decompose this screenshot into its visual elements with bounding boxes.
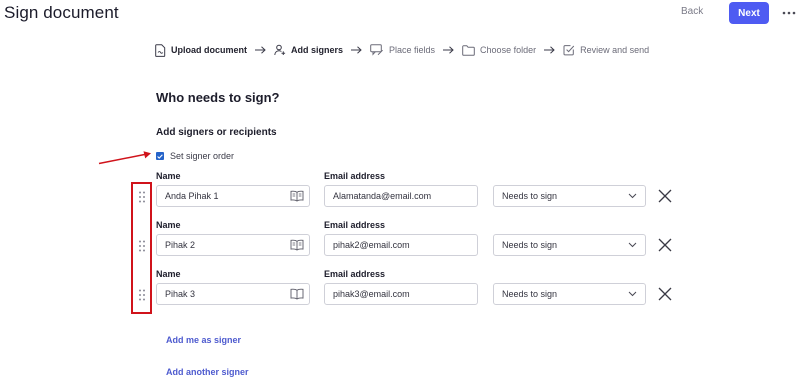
- drag-handle-icon[interactable]: [138, 239, 146, 252]
- step-choose-folder[interactable]: Choose folder: [462, 44, 537, 56]
- email-value: Alamatanda@email.com: [333, 191, 432, 201]
- email-label: Email address: [324, 171, 386, 181]
- remove-signer-icon[interactable]: [658, 287, 672, 301]
- address-book-icon[interactable]: [290, 239, 304, 251]
- email-value: pihak3@email.com: [333, 289, 410, 299]
- remove-signer-icon[interactable]: [658, 238, 672, 252]
- remove-signer-icon[interactable]: [658, 189, 672, 203]
- step-arrow-icon: [351, 46, 362, 54]
- step-arrow-icon: [443, 46, 454, 54]
- signer-order-label: Set signer order: [170, 151, 235, 161]
- top-bar: Sign document Back Next: [0, 0, 800, 30]
- step-label: Place fields: [389, 45, 436, 55]
- step-upload-document[interactable]: Upload document: [155, 43, 247, 57]
- name-value: Pihak 2: [165, 240, 196, 250]
- chat-pen-icon: [370, 44, 383, 56]
- name-value: Pihak 3: [165, 289, 196, 299]
- progress-stepper: Upload document Add signers Place fields…: [155, 41, 649, 59]
- annotation-arrow-icon: [98, 151, 151, 165]
- email-value: pihak2@email.com: [333, 240, 410, 250]
- step-label: Upload document: [171, 45, 247, 55]
- step-review-and-send[interactable]: Review and send: [563, 44, 649, 56]
- add-me-as-signer-button[interactable]: Add me as signer: [166, 335, 241, 345]
- signer-row: Name Email address Pihak 2 pihak2@email.…: [0, 219, 800, 267]
- folder-icon: [462, 44, 475, 56]
- role-dropdown[interactable]: Needs to sign: [493, 185, 646, 207]
- back-button[interactable]: Back: [681, 6, 703, 17]
- name-value: Anda Pihak 1: [165, 191, 219, 201]
- step-label: Add signers: [291, 45, 344, 55]
- email-field[interactable]: pihak3@email.com: [324, 283, 478, 305]
- document-icon: [155, 43, 166, 57]
- role-dropdown[interactable]: Needs to sign: [493, 234, 646, 256]
- chevron-down-icon: [628, 291, 637, 297]
- name-label: Name: [156, 220, 181, 230]
- address-book-icon[interactable]: [290, 288, 304, 300]
- check-square-icon: [563, 45, 575, 56]
- role-value: Needs to sign: [502, 240, 558, 250]
- name-label: Name: [156, 269, 181, 279]
- step-place-fields[interactable]: Place fields: [370, 44, 435, 56]
- drag-handle-icon[interactable]: [138, 288, 146, 301]
- name-field[interactable]: Anda Pihak 1: [156, 185, 310, 207]
- email-field[interactable]: Alamatanda@email.com: [324, 185, 478, 207]
- role-dropdown[interactable]: Needs to sign: [493, 283, 646, 305]
- name-field[interactable]: Pihak 3: [156, 283, 310, 305]
- address-book-icon[interactable]: [290, 190, 304, 202]
- page-title: Sign document: [4, 3, 119, 22]
- checkmark-icon: [157, 153, 163, 159]
- step-arrow-icon: [255, 46, 266, 54]
- chevron-down-icon: [628, 242, 637, 248]
- email-label: Email address: [324, 269, 386, 279]
- step-add-signers[interactable]: Add signers: [274, 44, 343, 56]
- role-value: Needs to sign: [502, 191, 558, 201]
- next-button[interactable]: Next: [729, 2, 769, 24]
- signer-row: Name Email address Pihak 3 pihak3@email.…: [0, 268, 800, 316]
- name-label: Name: [156, 171, 181, 181]
- email-field[interactable]: pihak2@email.com: [324, 234, 478, 256]
- signer-row: Name Email address Anda Pihak 1 Alamatan…: [0, 170, 800, 218]
- user-plus-icon: [274, 44, 286, 56]
- role-value: Needs to sign: [502, 289, 558, 299]
- signer-order-option[interactable]: Set signer order: [156, 151, 234, 161]
- more-options-icon[interactable]: [781, 5, 797, 19]
- name-field[interactable]: Pihak 2: [156, 234, 310, 256]
- subsection-heading: Add signers or recipients: [156, 127, 277, 138]
- email-label: Email address: [324, 220, 386, 230]
- signer-order-checkbox[interactable]: [156, 152, 164, 160]
- section-heading: Who needs to sign?: [156, 90, 280, 105]
- step-label: Choose folder: [480, 45, 537, 55]
- add-another-signer-button[interactable]: Add another signer: [166, 367, 249, 377]
- step-arrow-icon: [544, 46, 555, 54]
- drag-handle-icon[interactable]: [138, 190, 146, 203]
- step-label: Review and send: [580, 45, 650, 55]
- chevron-down-icon: [628, 193, 637, 199]
